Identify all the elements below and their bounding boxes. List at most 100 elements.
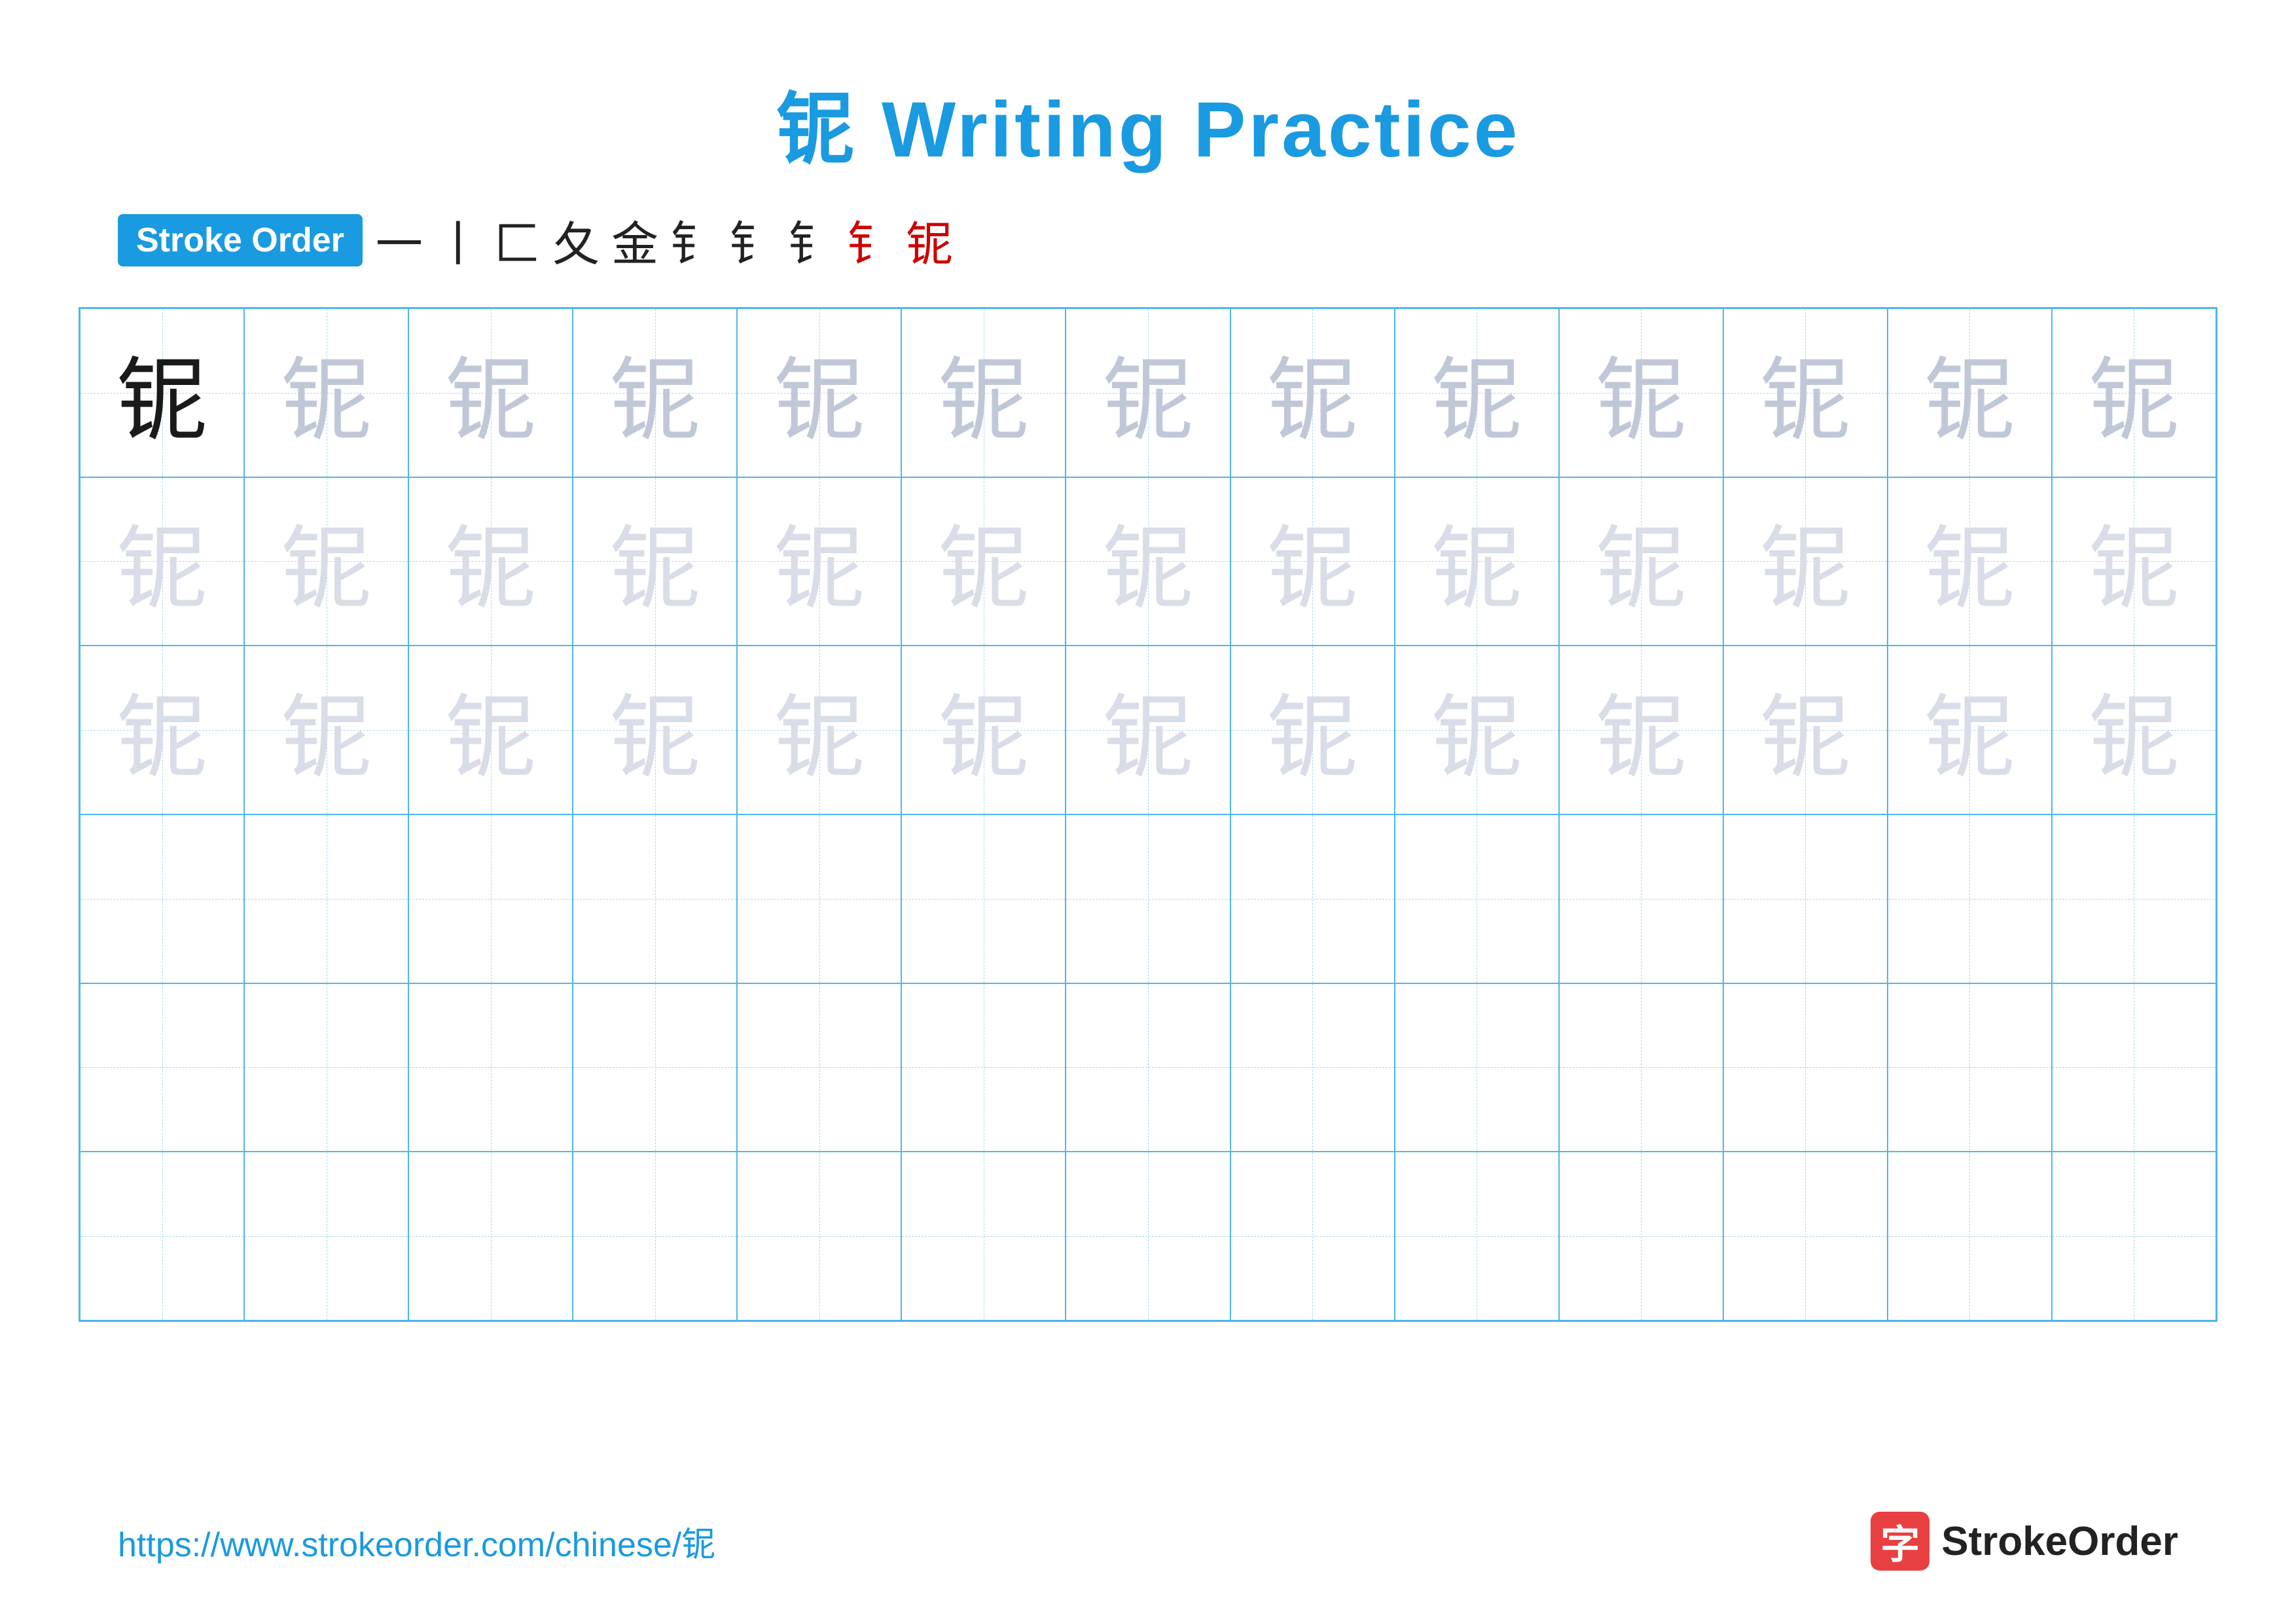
- grid-cell-r0-c8[interactable]: 铌: [1395, 308, 1559, 477]
- grid-cell-r3-c12[interactable]: [2052, 814, 2216, 983]
- grid-cell-r0-c1[interactable]: 铌: [244, 308, 408, 477]
- grid-cell-r5-c6[interactable]: [1066, 1152, 1230, 1321]
- grid-cell-r2-c1[interactable]: 铌: [244, 646, 408, 814]
- grid-cell-r4-c7[interactable]: [1230, 983, 1395, 1152]
- grid-cell-r5-c11[interactable]: [1888, 1152, 2052, 1321]
- cell-char: 铌: [1102, 327, 1194, 459]
- grid-cell-r0-c6[interactable]: 铌: [1066, 308, 1230, 477]
- grid-cell-r0-c5[interactable]: 铌: [901, 308, 1066, 477]
- grid-cell-r4-c4[interactable]: [737, 983, 901, 1152]
- cell-char: 铌: [609, 664, 701, 796]
- grid-cell-r0-c11[interactable]: 铌: [1888, 308, 2052, 477]
- grid-cell-r2-c7[interactable]: 铌: [1230, 646, 1395, 814]
- grid-cell-r5-c9[interactable]: [1559, 1152, 1723, 1321]
- grid-cell-r2-c5[interactable]: 铌: [901, 646, 1066, 814]
- cell-char: 铌: [938, 664, 1030, 796]
- grid-cell-r0-c3[interactable]: 铌: [573, 308, 737, 477]
- grid-cell-r1-c4[interactable]: 铌: [737, 477, 901, 646]
- cell-char: 铌: [938, 495, 1030, 627]
- grid-cell-r2-c12[interactable]: 铌: [2052, 646, 2216, 814]
- cell-char: 铌: [281, 495, 372, 627]
- grid-cell-r4-c12[interactable]: [2052, 983, 2216, 1152]
- grid-cell-r1-c7[interactable]: 铌: [1230, 477, 1395, 646]
- cell-char: 铌: [609, 495, 701, 627]
- grid-cell-r0-c10[interactable]: 铌: [1723, 308, 1888, 477]
- grid-cell-r2-c0[interactable]: 铌: [80, 646, 244, 814]
- cell-char: 铌: [1759, 495, 1851, 627]
- grid-cell-r0-c7[interactable]: 铌: [1230, 308, 1395, 477]
- grid-cell-r1-c5[interactable]: 铌: [901, 477, 1066, 646]
- stroke-char-8: 钅: [847, 206, 894, 274]
- grid-cell-r3-c0[interactable]: [80, 814, 244, 983]
- grid-cell-r5-c2[interactable]: [408, 1152, 573, 1321]
- grid-cell-r3-c5[interactable]: [901, 814, 1066, 983]
- grid-cell-r4-c3[interactable]: [573, 983, 737, 1152]
- grid-cell-r3-c2[interactable]: [408, 814, 573, 983]
- grid-cell-r2-c10[interactable]: 铌: [1723, 646, 1888, 814]
- grid-cell-r0-c0[interactable]: 铌: [80, 308, 244, 477]
- stroke-char-5: 钅: [670, 206, 717, 274]
- grid-cell-r3-c11[interactable]: [1888, 814, 2052, 983]
- grid-cell-r2-c8[interactable]: 铌: [1395, 646, 1559, 814]
- grid-cell-r2-c3[interactable]: 铌: [573, 646, 737, 814]
- grid-cell-r2-c9[interactable]: 铌: [1559, 646, 1723, 814]
- stroke-char-0: ⼀: [376, 206, 423, 274]
- grid-cell-r4-c11[interactable]: [1888, 983, 2052, 1152]
- grid-cell-r4-c5[interactable]: [901, 983, 1066, 1152]
- grid-cell-r4-c9[interactable]: [1559, 983, 1723, 1152]
- grid-cell-r0-c2[interactable]: 铌: [408, 308, 573, 477]
- grid-cell-r0-c12[interactable]: 铌: [2052, 308, 2216, 477]
- grid-cell-r5-c7[interactable]: [1230, 1152, 1395, 1321]
- grid-cell-r1-c0[interactable]: 铌: [80, 477, 244, 646]
- cell-char: 铌: [445, 327, 537, 459]
- grid-cell-r1-c3[interactable]: 铌: [573, 477, 737, 646]
- cell-char: 铌: [445, 664, 537, 796]
- grid-cell-r2-c2[interactable]: 铌: [408, 646, 573, 814]
- grid-cell-r1-c2[interactable]: 铌: [408, 477, 573, 646]
- cell-char: 铌: [1266, 327, 1358, 459]
- grid-cell-r5-c5[interactable]: [901, 1152, 1066, 1321]
- grid-cell-r0-c9[interactable]: 铌: [1559, 308, 1723, 477]
- grid-cell-r3-c10[interactable]: [1723, 814, 1888, 983]
- grid-cell-r4-c6[interactable]: [1066, 983, 1230, 1152]
- grid-cell-r1-c9[interactable]: 铌: [1559, 477, 1723, 646]
- grid-cell-r5-c0[interactable]: [80, 1152, 244, 1321]
- grid-cell-r1-c10[interactable]: 铌: [1723, 477, 1888, 646]
- grid-cell-r4-c0[interactable]: [80, 983, 244, 1152]
- grid-cell-r4-c8[interactable]: [1395, 983, 1559, 1152]
- grid-cell-r3-c6[interactable]: [1066, 814, 1230, 983]
- grid-cell-r1-c1[interactable]: 铌: [244, 477, 408, 646]
- grid-cell-r3-c4[interactable]: [737, 814, 901, 983]
- grid-cell-r0-c4[interactable]: 铌: [737, 308, 901, 477]
- footer-url: https://www.strokeorder.com/chinese/铌: [118, 1517, 715, 1566]
- grid-cell-r2-c11[interactable]: 铌: [1888, 646, 2052, 814]
- logo-text: StrokeOrder: [1941, 1518, 2178, 1565]
- grid-cell-r5-c8[interactable]: [1395, 1152, 1559, 1321]
- grid-cell-r4-c2[interactable]: [408, 983, 573, 1152]
- grid-cell-r5-c12[interactable]: [2052, 1152, 2216, 1321]
- grid-cell-r1-c8[interactable]: 铌: [1395, 477, 1559, 646]
- grid-cell-r2-c6[interactable]: 铌: [1066, 646, 1230, 814]
- grid-cell-r2-c4[interactable]: 铌: [737, 646, 901, 814]
- grid-cell-r1-c6[interactable]: 铌: [1066, 477, 1230, 646]
- stroke-char-2: ⼕: [493, 206, 541, 274]
- cell-char: 铌: [117, 664, 208, 796]
- grid-cell-r5-c10[interactable]: [1723, 1152, 1888, 1321]
- cell-char: 铌: [1102, 664, 1194, 796]
- grid-cell-r3-c7[interactable]: [1230, 814, 1395, 983]
- grid-cell-r3-c3[interactable]: [573, 814, 737, 983]
- stroke-char-7: 钅: [788, 206, 835, 274]
- grid-cell-r4-c10[interactable]: [1723, 983, 1888, 1152]
- grid-cell-r5-c4[interactable]: [737, 1152, 901, 1321]
- grid-cell-r3-c9[interactable]: [1559, 814, 1723, 983]
- grid-cell-r1-c11[interactable]: 铌: [1888, 477, 2052, 646]
- grid-cell-r3-c8[interactable]: [1395, 814, 1559, 983]
- grid-cell-r5-c3[interactable]: [573, 1152, 737, 1321]
- grid-cell-r3-c1[interactable]: [244, 814, 408, 983]
- cell-char: 铌: [1431, 495, 1522, 627]
- cell-char: 铌: [2088, 495, 2179, 627]
- grid-cell-r1-c12[interactable]: 铌: [2052, 477, 2216, 646]
- grid-cell-r4-c1[interactable]: [244, 983, 408, 1152]
- grid-cell-r5-c1[interactable]: [244, 1152, 408, 1321]
- cell-char: 铌: [2088, 664, 2179, 796]
